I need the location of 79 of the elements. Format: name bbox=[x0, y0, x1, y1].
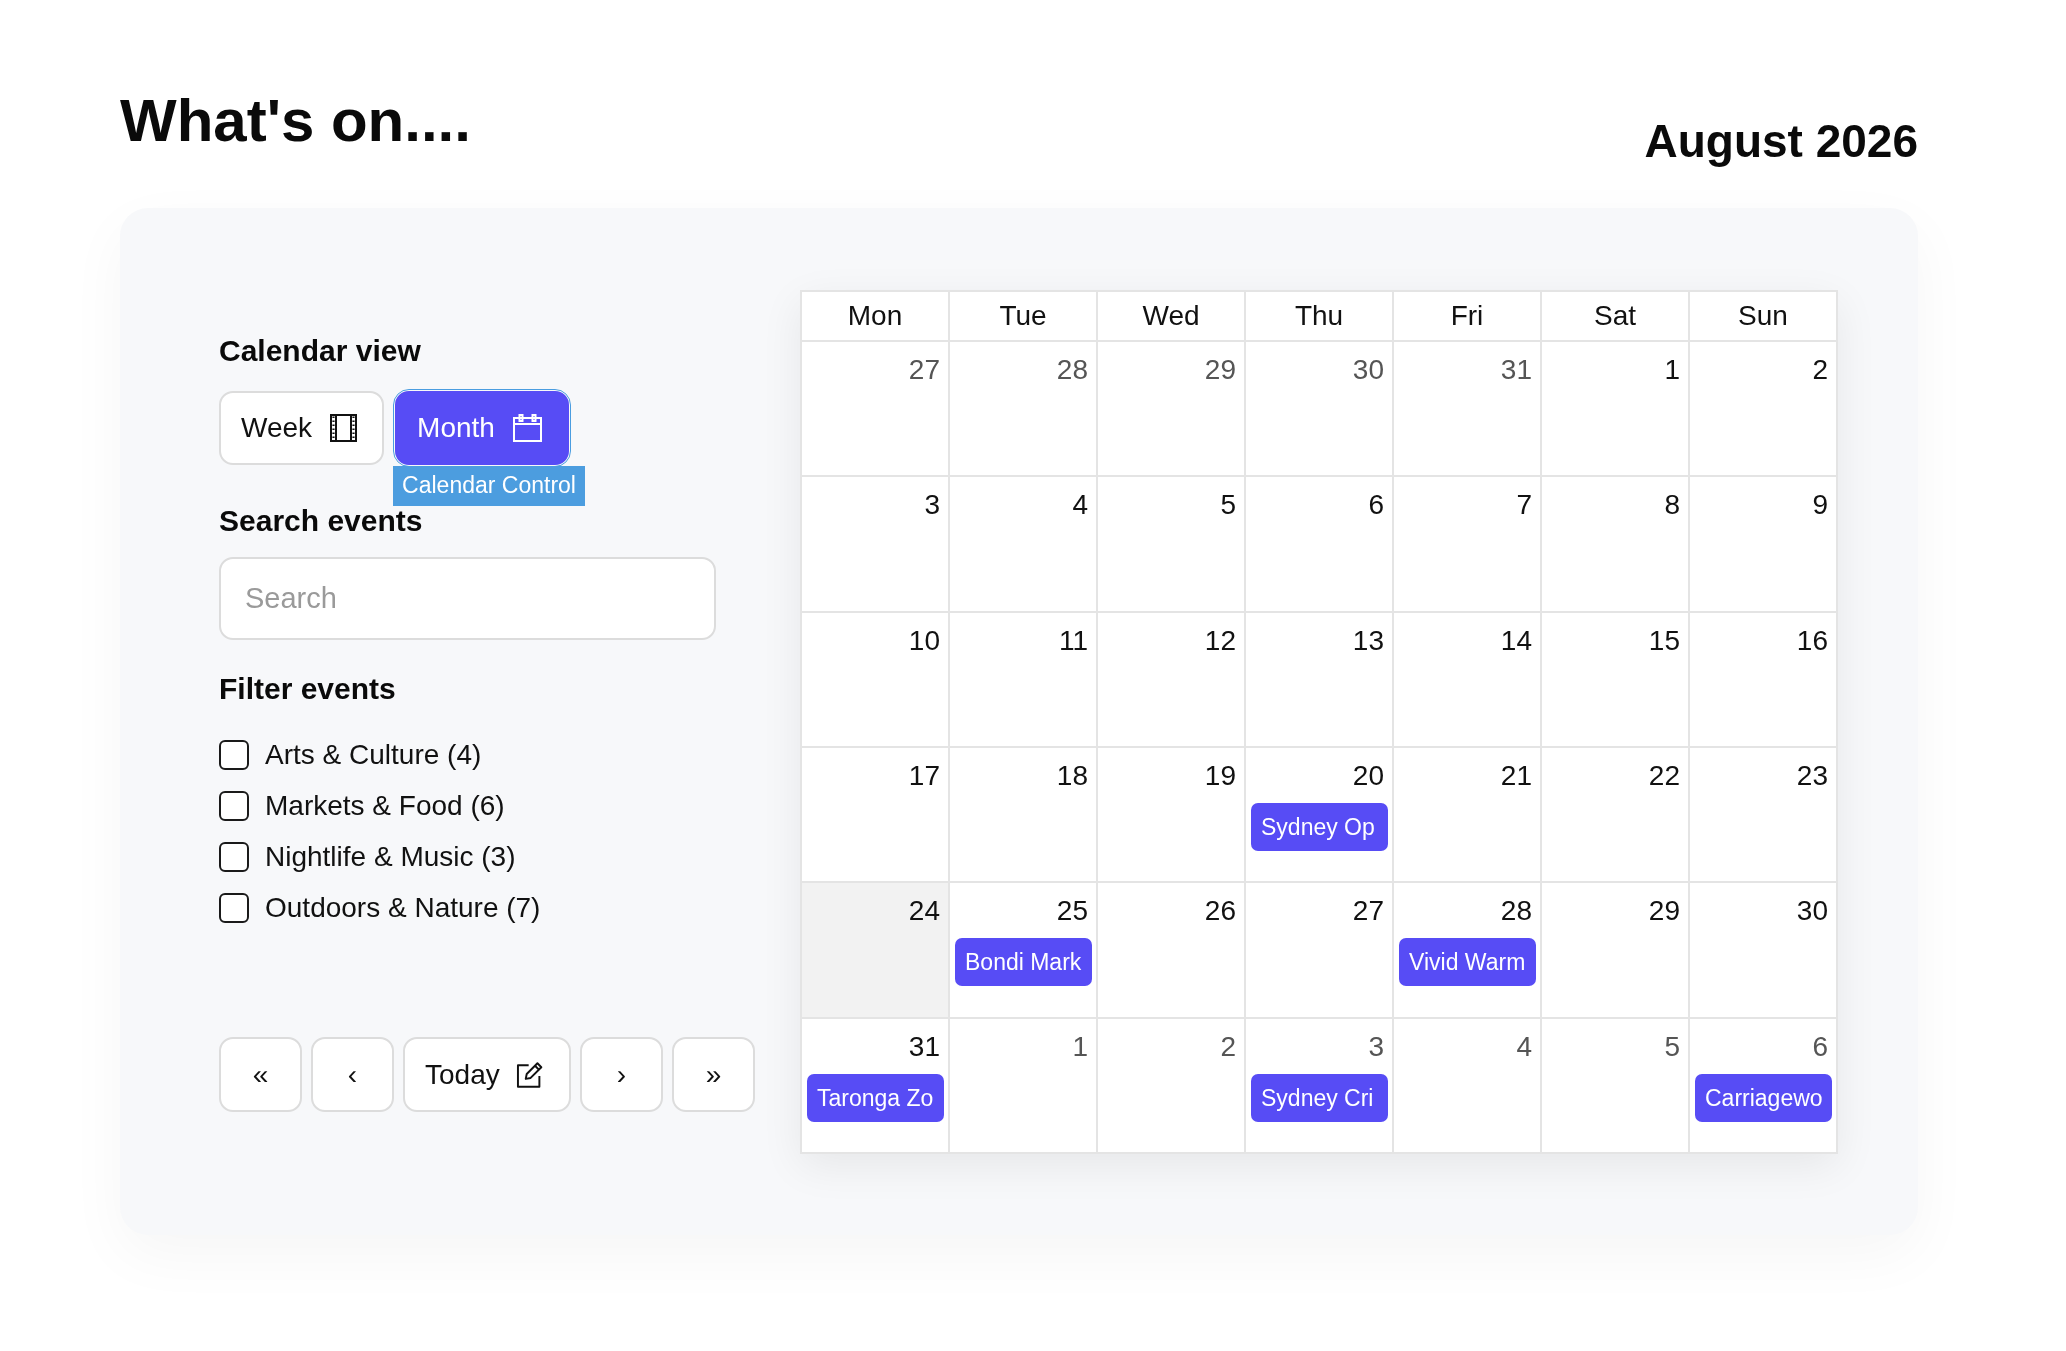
day-number: 28 bbox=[1056, 356, 1088, 384]
day-number: 6 bbox=[1368, 491, 1384, 520]
filter-label[interactable]: Outdoors & Nature (7) bbox=[265, 893, 541, 922]
day-number: 5 bbox=[1220, 491, 1236, 520]
day-number: 18 bbox=[1056, 762, 1088, 790]
weekday-header: Tue bbox=[950, 292, 1096, 340]
day-number: 14 bbox=[1500, 626, 1532, 655]
day-number: 12 bbox=[1204, 626, 1236, 655]
day-number: 22 bbox=[1648, 762, 1680, 790]
nav-button[interactable]: › bbox=[580, 1037, 663, 1112]
month-view-button[interactable]: Month bbox=[395, 391, 569, 465]
filter-label[interactable]: Arts & Culture (4) bbox=[265, 740, 482, 769]
checkbox[interactable] bbox=[219, 790, 249, 821]
day-number: 17 bbox=[908, 762, 940, 790]
day-number: 11 bbox=[1058, 626, 1088, 655]
event-chip[interactable]: Sydney Cri bbox=[1251, 1073, 1388, 1122]
day-number: 27 bbox=[1352, 897, 1384, 926]
calendar-icon bbox=[512, 414, 542, 442]
event-chip[interactable]: Carriagewo bbox=[1695, 1073, 1832, 1122]
filter-label[interactable]: Markets & Food (6) bbox=[265, 791, 505, 820]
section-heading: Search events bbox=[219, 506, 423, 536]
event-chip[interactable]: Sydney Op bbox=[1251, 803, 1388, 851]
edit-icon bbox=[515, 1060, 543, 1089]
day-number: 28 bbox=[1500, 897, 1532, 926]
checkbox[interactable] bbox=[219, 739, 249, 770]
nav-button[interactable]: » bbox=[672, 1037, 755, 1112]
checkbox[interactable] bbox=[219, 892, 249, 923]
day-number: 4 bbox=[1516, 1032, 1532, 1061]
day-number: 9 bbox=[1812, 491, 1828, 520]
day-number: 6 bbox=[1812, 1032, 1828, 1061]
day-number: 4 bbox=[1072, 491, 1088, 520]
day-number: 10 bbox=[908, 626, 940, 655]
day-number: 23 bbox=[1796, 762, 1828, 790]
nav-button[interactable]: « bbox=[219, 1037, 302, 1112]
day-number: 5 bbox=[1664, 1032, 1680, 1061]
day-number: 20 bbox=[1352, 762, 1384, 790]
day-number: 26 bbox=[1204, 897, 1236, 926]
today-button[interactable]: Today bbox=[403, 1037, 571, 1112]
day-number: 31 bbox=[908, 1032, 940, 1061]
day-number: 29 bbox=[1204, 356, 1236, 384]
weekday-header: Fri bbox=[1394, 292, 1540, 340]
day-number: 15 bbox=[1648, 626, 1680, 655]
week-view-button[interactable]: Week bbox=[219, 391, 385, 465]
day-number: 16 bbox=[1796, 626, 1828, 655]
day-number: 3 bbox=[1368, 1032, 1384, 1061]
weekday-header: Sat bbox=[1542, 292, 1688, 340]
event-chip[interactable]: Vivid Warm bbox=[1399, 938, 1536, 987]
day-number: 2 bbox=[1812, 356, 1828, 384]
weekday-header: Sun bbox=[1690, 292, 1836, 340]
day-number: 7 bbox=[1516, 491, 1532, 520]
page-title: What's on.... bbox=[120, 91, 471, 151]
day-number: 24 bbox=[908, 897, 940, 926]
day-number: 13 bbox=[1352, 626, 1384, 655]
day-number: 25 bbox=[1056, 897, 1088, 926]
section-heading: Filter events bbox=[219, 674, 396, 704]
day-number: 31 bbox=[1500, 356, 1532, 384]
checkbox[interactable] bbox=[219, 841, 249, 872]
day-number: 1 bbox=[1664, 356, 1680, 384]
event-chip[interactable]: Bondi Mark bbox=[955, 938, 1092, 987]
search-field[interactable]: Search bbox=[219, 557, 716, 640]
day-number: 3 bbox=[924, 491, 940, 520]
day-number: 8 bbox=[1664, 491, 1680, 520]
film-strip-icon bbox=[330, 414, 358, 442]
day-number: 1 bbox=[1072, 1032, 1088, 1061]
weekday-header: Wed bbox=[1098, 292, 1244, 340]
day-number: 30 bbox=[1352, 356, 1384, 384]
day-number: 30 bbox=[1796, 897, 1828, 926]
weekday-header: Mon bbox=[802, 292, 948, 340]
day-number: 27 bbox=[908, 356, 940, 384]
day-number: 2 bbox=[1220, 1032, 1236, 1061]
tooltip: Calendar Control bbox=[393, 466, 585, 506]
weekday-header: Thu bbox=[1246, 292, 1392, 340]
day-number: 19 bbox=[1204, 762, 1236, 790]
event-chip[interactable]: Taronga Zo bbox=[807, 1073, 944, 1122]
section-heading: Calendar view bbox=[219, 336, 421, 366]
filter-label[interactable]: Nightlife & Music (3) bbox=[265, 842, 516, 871]
day-number: 29 bbox=[1648, 897, 1680, 926]
day-number: 21 bbox=[1500, 762, 1532, 790]
nav-button[interactable]: ‹ bbox=[311, 1037, 394, 1112]
